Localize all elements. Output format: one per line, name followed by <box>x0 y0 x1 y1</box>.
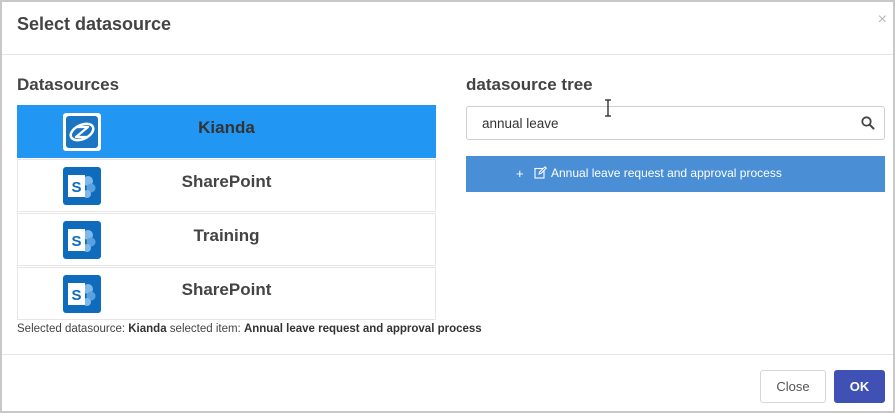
selected-item-prefix: selected item: <box>169 323 241 335</box>
datasource-tree-heading: datasource tree <box>466 75 593 94</box>
tree-result-label: Annual leave request and approval proces… <box>551 166 782 180</box>
text-cursor-icon <box>603 99 613 117</box>
dialog-title: Select datasource <box>17 14 172 34</box>
selected-item-value: Annual leave request and approval proces… <box>243 323 482 335</box>
tree-search-box <box>466 106 885 140</box>
datasource-item-sharepoint[interactable]: S SharePoint <box>17 159 436 212</box>
datasource-label: Training <box>193 226 260 245</box>
footer-divider <box>2 354 893 355</box>
expand-icon[interactable]: + <box>516 166 524 181</box>
datasource-label: SharePoint <box>181 280 272 299</box>
selection-info: Selected datasource: Kianda selected ite… <box>17 323 482 335</box>
close-icon[interactable]: × <box>878 10 887 30</box>
datasource-item-training[interactable]: S Training <box>17 213 436 266</box>
ok-button[interactable]: OK <box>834 370 885 403</box>
datasource-item-sharepoint-2[interactable]: S SharePoint <box>17 267 436 320</box>
tree-result-item[interactable]: + Annual leave request and approval proc… <box>466 156 885 192</box>
select-datasource-dialog: Select datasource × Datasources Kianda S <box>0 0 895 413</box>
datasource-label: Kianda <box>198 118 255 137</box>
dialog-header: Select datasource × <box>2 2 893 55</box>
search-icon[interactable] <box>860 115 876 131</box>
close-button[interactable]: Close <box>760 370 826 403</box>
tree-search-input[interactable] <box>467 107 852 139</box>
datasource-item-kianda[interactable]: Kianda <box>17 105 436 158</box>
edit-icon <box>534 166 548 179</box>
selected-datasource-prefix: Selected datasource: <box>17 323 126 335</box>
datasources-heading: Datasources <box>17 75 120 94</box>
selected-datasource-value: Kianda <box>128 323 167 335</box>
datasource-label: SharePoint <box>181 172 272 191</box>
